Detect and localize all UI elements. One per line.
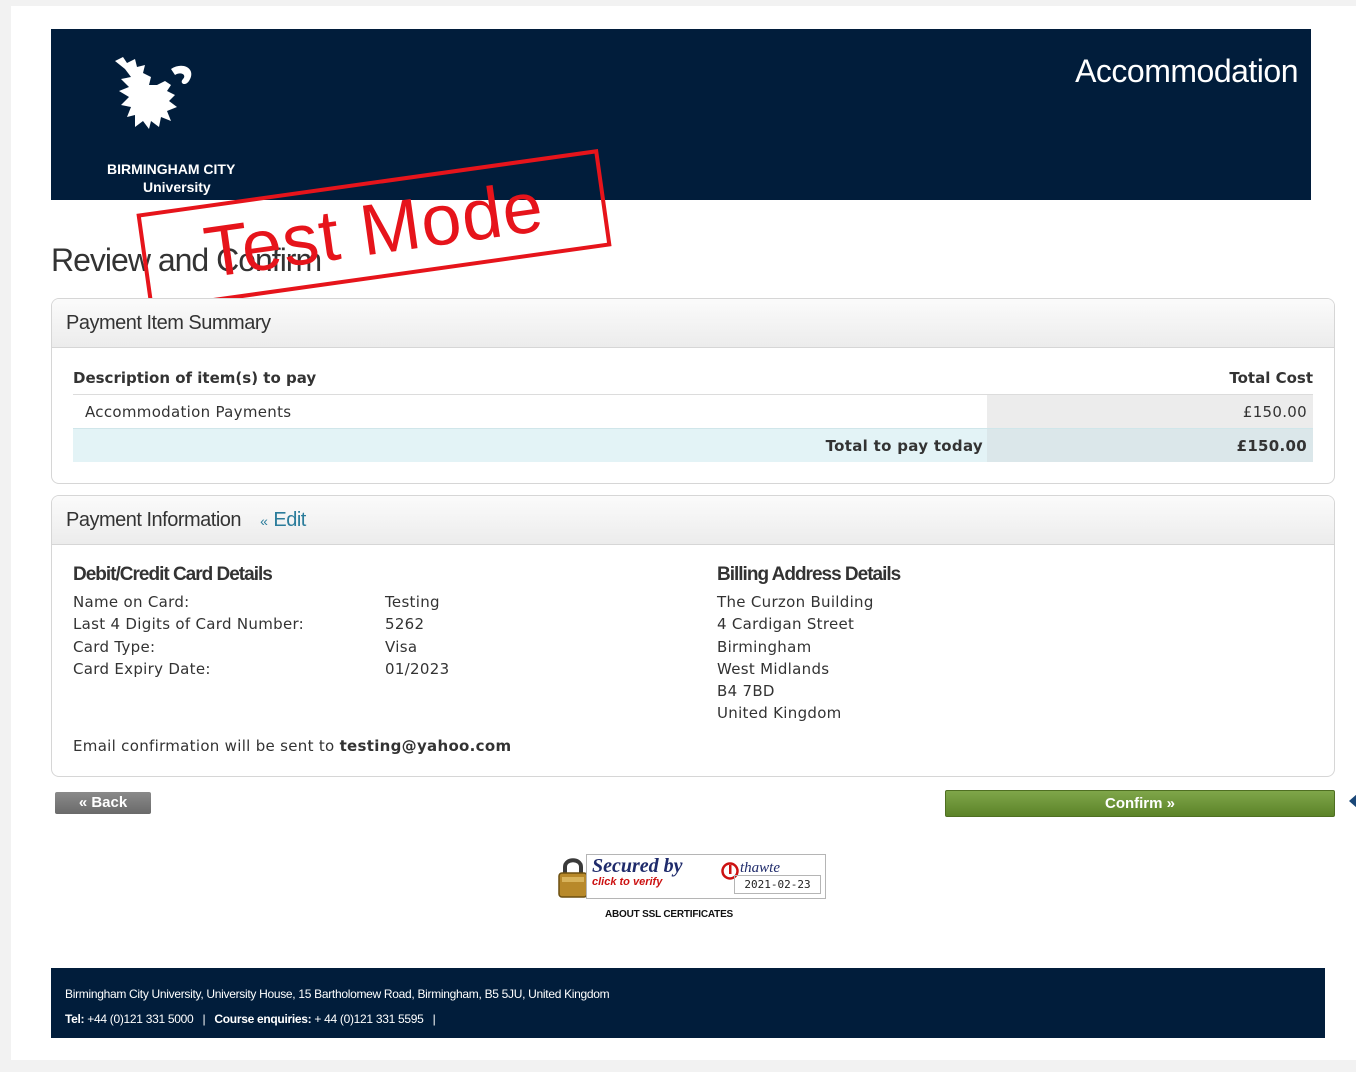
course-enquiries-number: + 44 (0)121 331 5595: [314, 1012, 424, 1026]
address-line: Birmingham: [717, 637, 812, 656]
card-value: Testing: [385, 593, 440, 611]
card-value: 5262: [385, 615, 425, 634]
table-header-row: Description of item(s) to pay Total Cost: [73, 365, 1313, 395]
total-label: Total to pay today: [622, 428, 987, 462]
caret-left-icon: [1349, 794, 1356, 808]
items-table: Description of item(s) to pay Total Cost…: [73, 365, 1313, 462]
seal-click-to-verify: click to verify: [592, 876, 663, 888]
course-enquiries-label: Course enquiries:: [214, 1012, 312, 1026]
card-value: Visa: [385, 637, 418, 656]
seal-secured-by: Secured by: [592, 855, 683, 877]
footer-address: Birmingham City University, University H…: [65, 987, 610, 1001]
table-row: Accommodation Payments £150.00: [73, 394, 1313, 429]
payment-information-panel: Payment Information « Edit Debit/Credit C…: [51, 495, 1335, 777]
card-label: Last 4 Digits of Card Number:: [73, 615, 305, 634]
total-row: Total to pay today £150.00: [73, 428, 1313, 462]
card-value: 01/2023: [385, 659, 450, 678]
address-line: B4 7BD: [717, 682, 775, 701]
address-line: 4 Cardigan Street: [717, 615, 855, 634]
about-ssl-link[interactable]: ABOUT SSL CERTIFICATES: [605, 909, 733, 920]
billing-address: The Curzon Building 4 Cardigan Street Bi…: [717, 591, 874, 725]
card-label: Card Type:: [73, 637, 156, 656]
thawte-seal[interactable]: Secured by thawte click to verify 2021-0…: [556, 852, 832, 902]
item-cost: £150.00: [987, 394, 1313, 429]
billing-address-title: Billing Address Details: [717, 564, 901, 585]
footer-contact: Tel: +44 (0)121 331 5000 | Course enquir…: [65, 1012, 436, 1026]
email-prefix: Email confirmation will be sent to: [73, 737, 335, 755]
card-values: Testing 5262 Visa 01/2023: [385, 591, 449, 680]
card-label: Name on Card:: [73, 593, 190, 611]
card-labels: Name on Card: Last 4 Digits of Card Numb…: [73, 591, 304, 680]
seal-date: 2021-02-23: [734, 875, 821, 894]
edit-link[interactable]: « Edit: [260, 509, 306, 531]
column-header-total-cost: Total Cost: [987, 365, 1313, 395]
address-line: United Kingdom: [717, 704, 842, 723]
column-header-description: Description of item(s) to pay: [73, 365, 623, 395]
email-confirmation-note: Email confirmation will be sent to testi…: [73, 737, 511, 755]
confirm-button[interactable]: Confirm »: [945, 790, 1335, 817]
email-address: testing@yahoo.com: [339, 737, 512, 755]
edit-label: Edit: [273, 509, 306, 531]
logo-text-line2: University: [143, 179, 211, 195]
tel-label: Tel:: [65, 1012, 85, 1026]
panel-heading: Payment Information « Edit: [52, 496, 1334, 545]
university-logo[interactable]: BIRMINGHAM CITY University: [79, 55, 239, 195]
panel-heading: Payment Item Summary: [52, 299, 1334, 348]
tel-number: +44 (0)121 331 5000: [87, 1012, 194, 1026]
card-label: Card Expiry Date:: [73, 659, 211, 678]
double-chevron-left-icon: «: [260, 513, 268, 529]
address-line: The Curzon Building: [717, 593, 874, 611]
total-value: £150.00: [987, 428, 1313, 462]
site-header: BIRMINGHAM CITY University Accommodation: [51, 29, 1311, 200]
lion-crest-icon: [115, 57, 192, 129]
page-container: BIRMINGHAM CITY University Accommodation…: [11, 6, 1356, 1060]
payment-summary-panel: Payment Item Summary Description of item…: [51, 298, 1335, 484]
header-title: Accommodation: [1075, 53, 1298, 89]
site-footer: Birmingham City University, University H…: [51, 968, 1325, 1038]
footer-separator: |: [432, 1012, 436, 1026]
padlock-icon: [558, 858, 588, 898]
card-details-title: Debit/Credit Card Details: [73, 564, 273, 585]
footer-separator: |: [202, 1012, 206, 1026]
item-description: Accommodation Payments: [85, 402, 292, 421]
address-line: West Midlands: [717, 659, 830, 678]
logo-text-line1: BIRMINGHAM CITY: [107, 161, 236, 177]
back-button[interactable]: « Back: [55, 792, 151, 814]
payment-info-heading: Payment Information: [66, 509, 242, 531]
